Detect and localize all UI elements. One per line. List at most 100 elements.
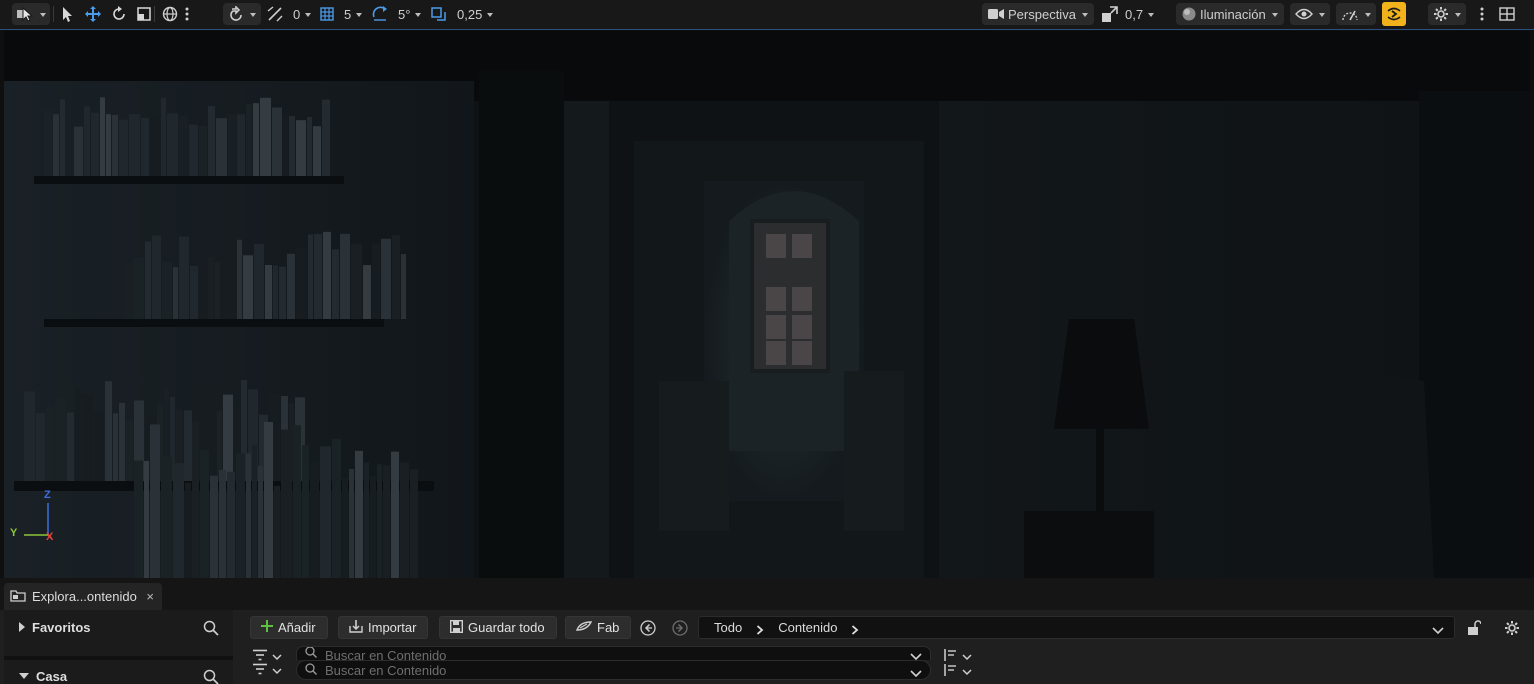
rotation-snap-dropdown[interactable]: 5° [371,0,422,28]
sort-icon [942,663,958,679]
show-flags-dropdown[interactable] [1290,0,1330,28]
axis-x-label: X [46,531,54,543]
camera-speed-icon [1101,5,1119,23]
fab-button[interactable]: Fab [565,616,632,639]
performance-dropdown[interactable] [1336,0,1376,28]
chevron-down-icon [910,666,922,681]
import-button[interactable]: Importar [338,616,429,639]
search-icon[interactable] [203,620,219,639]
search-icon [305,662,317,678]
chevron-down-icon [1148,12,1155,17]
chevron-down-icon[interactable] [1432,623,1444,638]
scale-snap-icon [430,5,448,23]
panel-splitter[interactable] [4,656,233,660]
axis-y-label: Y [10,527,18,539]
more-options-icon [1480,7,1484,21]
viewport-layout-button[interactable] [1499,0,1515,28]
favorites-label: Favoritos [32,619,91,635]
level-viewport[interactable]: Z Y X [4,31,1530,578]
content-browser-tab[interactable]: Explora...ontenido × [4,583,162,610]
scene-render [4,31,1530,578]
chevron-down-icon [1319,12,1325,17]
sources-panel: Favoritos Casa [4,610,233,684]
chevron-right-icon[interactable] [756,623,764,635]
select-tool-icon[interactable] [59,5,75,23]
fab-icon [575,620,593,635]
select-mode-dropdown[interactable] [12,0,50,28]
grid-snap-dropdown[interactable]: 5 [319,0,363,28]
coordinate-system-button[interactable] [162,0,189,28]
chevron-down-icon [305,12,312,17]
search-input[interactable]: Buscar en Contenido [296,660,931,680]
chevron-down-icon [250,12,256,17]
chevron-down-icon [1081,12,1088,17]
content-browser-icon [10,588,26,605]
view-mode-dropdown[interactable]: Perspectiva [982,0,1094,28]
chevron-down-icon [962,664,972,679]
axis-z-label: Z [44,489,51,501]
scale-snap-dropdown[interactable]: 0,25 [430,0,494,28]
content-browser-tabstrip: Explora...ontenido × [0,578,1534,610]
chevron-down-icon [415,12,422,17]
gear-icon [1433,6,1449,22]
lighting-mode-label: Iluminación [1200,6,1266,22]
eye-icon [1295,8,1313,20]
back-arrow-icon[interactable] [640,620,656,636]
rotate-tool-icon[interactable] [111,6,127,22]
collapse-arrow-icon [19,673,29,679]
breadcrumb-item-content[interactable]: Contenido [778,620,837,635]
lock-icon[interactable] [1467,620,1482,639]
performance-gauge-icon [1341,7,1359,21]
move-tool-icon[interactable] [84,5,102,23]
chevron-down-icon [272,663,282,678]
settings-gear-icon[interactable] [1504,620,1520,639]
save-all-button[interactable]: Guardar todo [439,616,557,639]
toolbar-divider [53,6,54,22]
content-browser-tab-label: Explora...ontenido [32,589,137,604]
tree-item-casa[interactable]: Casa [4,664,233,684]
content-panel: Añadir Importar Guardar todo Fab Todo Co… [236,610,1534,684]
select-mode-icon [16,6,34,22]
viewport-options-button[interactable] [1480,0,1484,28]
camera-speed-dropdown[interactable]: 0,7 [1101,0,1155,28]
surface-snap-dropdown[interactable] [223,0,261,28]
translate-snap-dropdown[interactable]: 0 [266,0,312,28]
lit-sphere-icon [1182,7,1196,21]
rotation-snap-icon [371,5,389,23]
chevron-right-icon[interactable] [851,623,859,635]
chevron-down-icon [487,12,494,17]
chevron-down-icon [1455,12,1461,17]
scale-tool-icon[interactable] [136,6,152,22]
search-icon[interactable] [203,669,219,684]
viewport-toolbar: 0 5 5° 0,25 Perspectiva 0,7 Iluminación [0,0,1534,30]
forward-arrow-icon[interactable] [672,620,688,636]
chevron-down-icon [356,12,363,17]
grid-snap-icon [319,6,335,22]
content-browser: Favoritos Casa Añadir Importar Guardar t… [0,610,1534,684]
chevron-down-icon [40,12,46,17]
layout-grid-icon [1499,7,1515,21]
rotation-snap-value: 5° [398,6,411,22]
view-mode-label: Perspectiva [1008,6,1076,22]
realtime-toggle[interactable] [1382,0,1406,28]
tree-item-favorites[interactable]: Favoritos [4,615,233,639]
realtime-icon [1382,2,1406,26]
breadcrumb-item-all[interactable]: Todo [714,620,742,635]
close-icon[interactable]: × [146,589,154,604]
sort-dropdown[interactable] [942,662,976,680]
search-input-primary[interactable]: Buscar en Contenido [296,646,931,660]
viewport-settings-dropdown[interactable] [1428,0,1466,28]
save-all-button-label: Guardar todo [468,620,545,635]
camera-speed-value: 0,7 [1125,6,1144,22]
expand-arrow-icon [19,622,25,632]
lighting-mode-dropdown[interactable]: Iluminación [1176,0,1284,28]
translate-snap-icon [266,5,284,23]
filter-dropdown[interactable] [252,661,286,679]
chevron-down-icon [910,649,922,660]
surface-snap-icon [228,6,244,22]
more-options-icon[interactable] [185,7,189,21]
camera-icon [988,8,1004,20]
globe-icon [162,6,178,22]
add-button[interactable]: Añadir [250,616,328,639]
filter-icon [252,663,268,678]
